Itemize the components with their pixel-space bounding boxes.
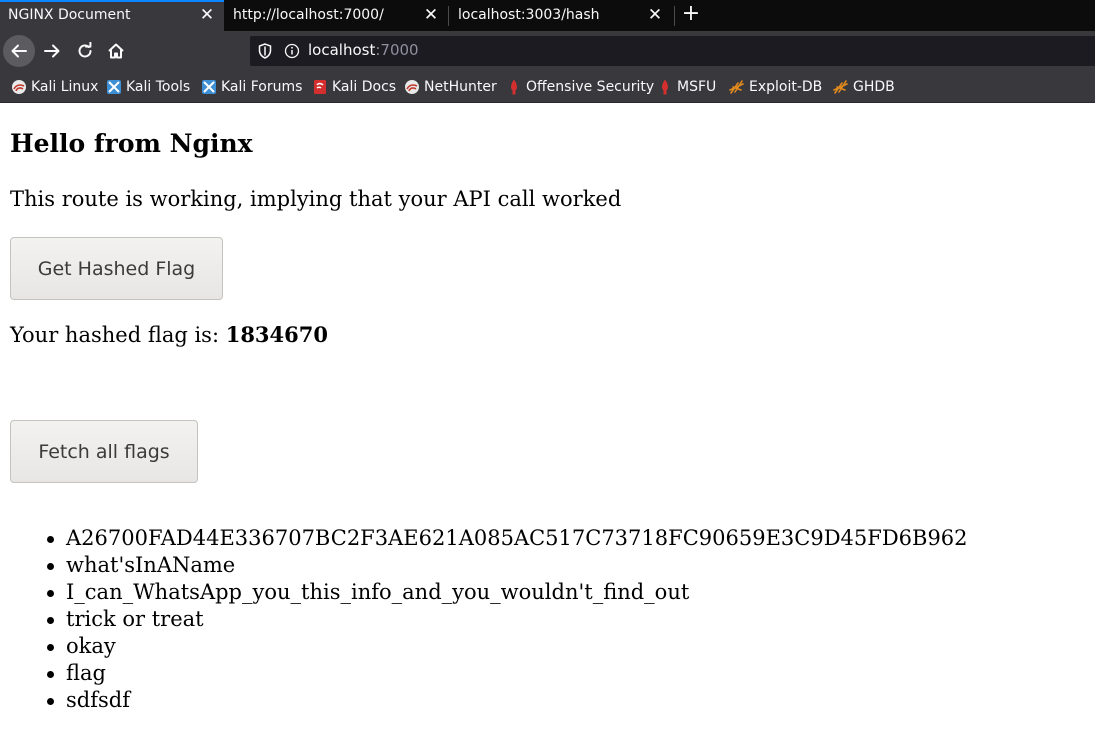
close-icon[interactable]: ✕	[647, 5, 663, 25]
tab-localhost-7000[interactable]: http://localhost:7000/ ✕	[225, 0, 447, 31]
arrow-right-icon	[44, 44, 60, 58]
url-host: localhost	[308, 41, 376, 59]
list-item: okay	[47, 633, 968, 660]
hashed-flag-value: 1834670	[225, 322, 328, 347]
tab-title: localhost:3003/hash	[458, 7, 600, 23]
list-item: trick or treat	[47, 606, 968, 633]
nethunter-icon	[405, 80, 419, 94]
bookmark-label: Kali Forums	[221, 79, 303, 95]
shield-icon[interactable]	[258, 43, 272, 59]
fetch-all-flags-button[interactable]: Fetch all flags	[10, 420, 198, 483]
ghdb-icon	[833, 80, 848, 94]
kali-forums-icon	[202, 80, 216, 94]
forward-button[interactable]	[36, 35, 68, 67]
reload-button[interactable]	[69, 35, 101, 67]
arrow-left-icon	[11, 44, 27, 58]
flags-list: A26700FAD44E336707BC2F3AE621A085AC517C73…	[47, 525, 968, 714]
bookmark-offensive-security[interactable]: Offensive Security	[506, 77, 654, 97]
bookmark-nethunter[interactable]: NetHunter	[404, 77, 497, 97]
kali-docs-icon	[314, 80, 326, 94]
bookmark-msfu[interactable]: MSFU	[657, 77, 716, 97]
hashed-flag-line: Your hashed flag is: 1834670	[10, 322, 328, 347]
bookmark-label: NetHunter	[424, 79, 497, 95]
list-item: I_can_WhatsApp_you_this_info_and_you_wou…	[47, 579, 968, 606]
bookmark-kali-docs[interactable]: Kali Docs	[312, 77, 396, 97]
page-heading: Hello from Nginx	[10, 129, 253, 158]
info-icon[interactable]	[284, 43, 300, 59]
tab-title: http://localhost:7000/	[233, 7, 384, 23]
offsec-icon	[511, 79, 517, 95]
tab-title: NGINX Document	[8, 7, 131, 23]
tab-nginx-document[interactable]: NGINX Document ✕	[0, 0, 224, 31]
bookmarks-toolbar: Kali Linux Kali Tools Kali Forums Kali D…	[0, 71, 1095, 103]
page-subtitle: This route is working, implying that you…	[10, 187, 622, 211]
back-button[interactable]	[3, 35, 35, 67]
home-icon	[108, 43, 124, 59]
bookmark-label: Kali Docs	[332, 79, 397, 95]
list-item: sdfsdf	[47, 687, 968, 714]
msfu-icon	[662, 79, 668, 95]
bookmark-label: Exploit-DB	[749, 79, 823, 95]
bookmark-ghdb[interactable]: GHDB	[833, 77, 895, 97]
url-port: :7000	[375, 41, 419, 59]
url-text[interactable]: localhost:7000	[308, 41, 419, 59]
tab-strip: NGINX Document ✕ http://localhost:7000/ …	[0, 0, 1095, 31]
bookmark-label: GHDB	[853, 79, 895, 95]
reload-icon	[78, 42, 92, 58]
plus-icon[interactable]: +	[680, 3, 702, 27]
bookmark-exploit-db[interactable]: Exploit-DB	[729, 77, 822, 97]
kali-tools-icon	[107, 80, 121, 94]
tab-localhost-3003-hash[interactable]: localhost:3003/hash ✕	[450, 0, 672, 31]
bookmark-label: MSFU	[677, 79, 717, 95]
list-item: flag	[47, 660, 968, 687]
kali-icon	[12, 80, 26, 94]
home-button[interactable]	[100, 35, 132, 67]
close-icon[interactable]: ✕	[199, 5, 215, 25]
page-content: Hello from Nginx This route is working, …	[0, 103, 1095, 737]
bookmark-kali-forums[interactable]: Kali Forums	[201, 77, 302, 97]
bookmark-kali-tools[interactable]: Kali Tools	[106, 77, 190, 97]
list-item: what'sInAName	[47, 552, 968, 579]
tab-separator	[674, 6, 675, 26]
exploit-db-icon	[729, 80, 744, 94]
bookmark-label: Offensive Security	[526, 79, 655, 95]
navigation-toolbar: localhost:7000	[0, 31, 1095, 71]
bookmark-label: Kali Tools	[126, 79, 191, 95]
tab-separator	[448, 6, 449, 26]
get-hashed-flag-button[interactable]: Get Hashed Flag	[10, 237, 223, 300]
hashed-flag-prefix: Your hashed flag is:	[10, 323, 226, 347]
bookmark-kali-linux[interactable]: Kali Linux	[11, 77, 98, 97]
url-bar[interactable]: localhost:7000	[250, 36, 1095, 66]
list-item: A26700FAD44E336707BC2F3AE621A085AC517C73…	[47, 526, 968, 550]
bookmark-label: Kali Linux	[31, 79, 99, 95]
close-icon[interactable]: ✕	[423, 5, 439, 25]
